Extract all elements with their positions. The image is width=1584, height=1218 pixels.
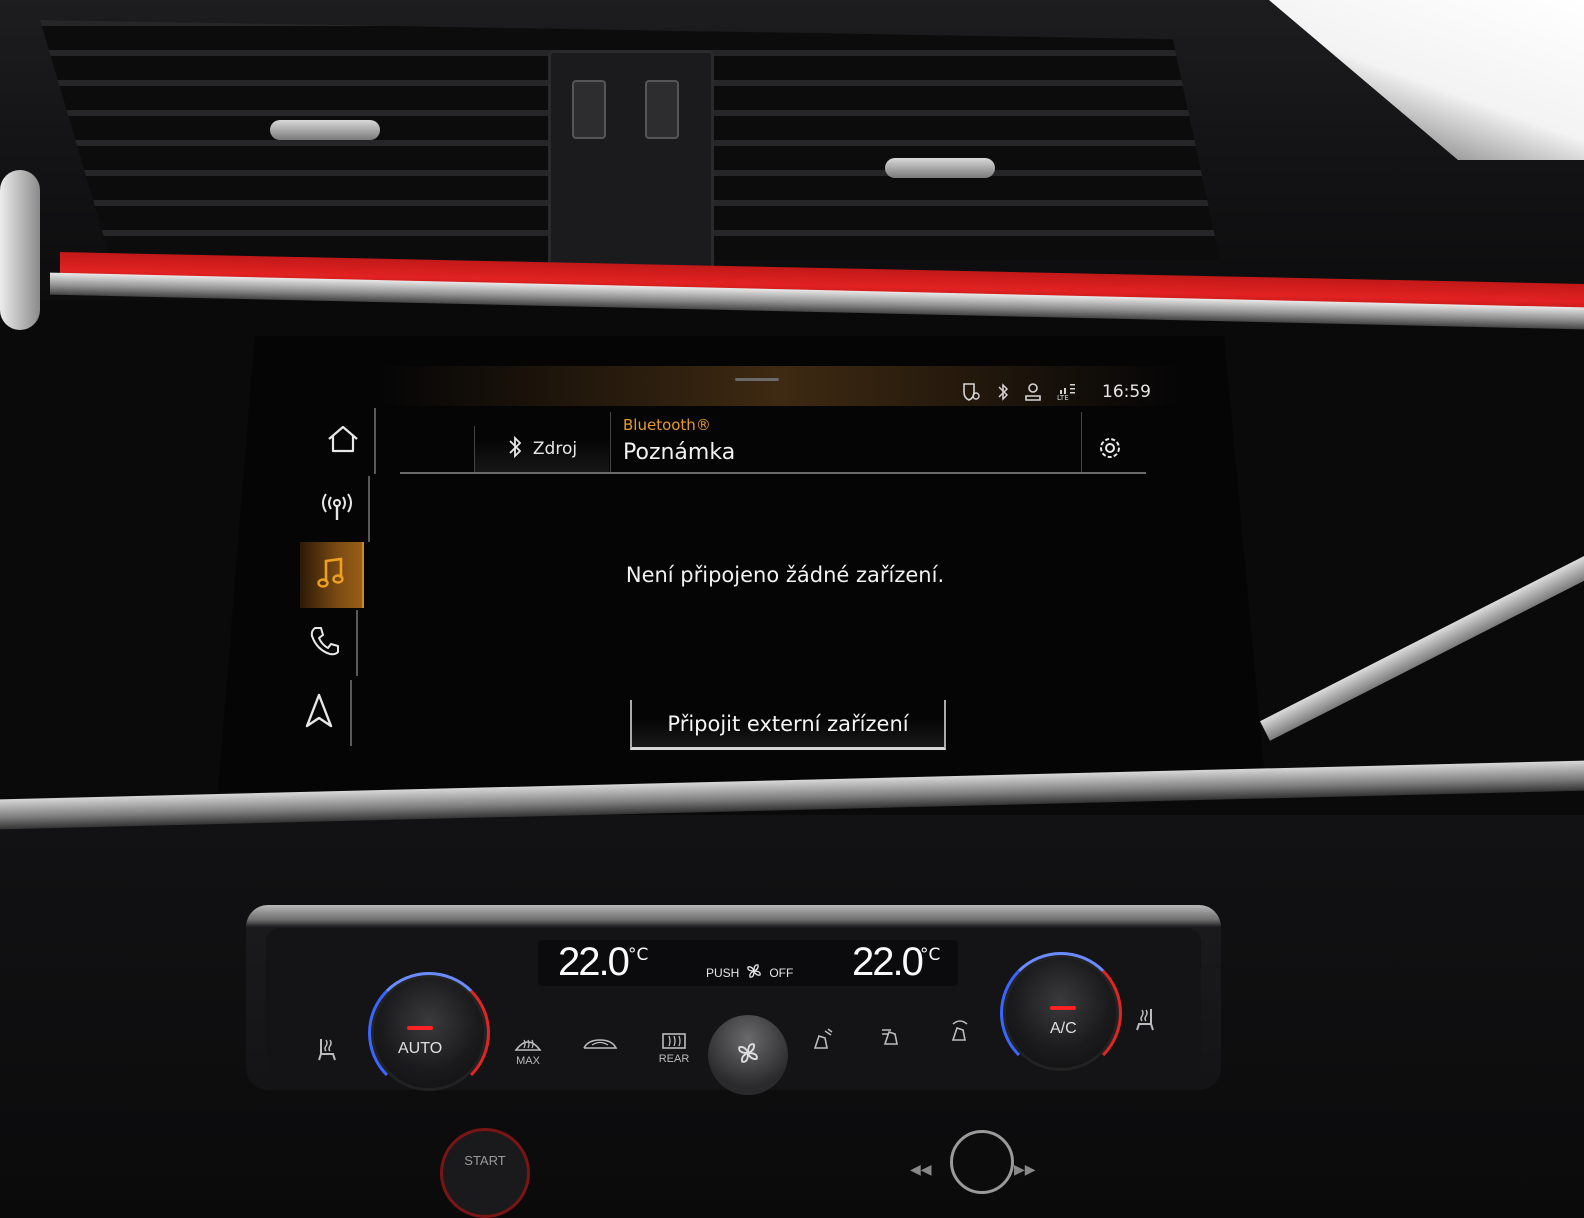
settings-button[interactable] bbox=[1090, 430, 1130, 470]
fan-icon bbox=[745, 962, 763, 983]
vent-adjuster-right[interactable] bbox=[645, 80, 679, 139]
ac-indicator bbox=[1050, 1006, 1076, 1010]
start-label: START bbox=[464, 1153, 506, 1168]
clock: 16:59 bbox=[1102, 382, 1151, 402]
fan-speed-knob[interactable] bbox=[708, 1015, 788, 1095]
seat-heat-icon bbox=[313, 1036, 339, 1065]
source-name: Bluetooth® bbox=[623, 416, 711, 434]
airflow-foot-icon bbox=[809, 1026, 835, 1055]
start-engine-button[interactable]: START bbox=[440, 1128, 530, 1218]
vent-adjuster-left[interactable] bbox=[572, 80, 606, 139]
page-title: Poznámka bbox=[623, 440, 736, 465]
seat-heat-left-button[interactable] bbox=[296, 1020, 356, 1080]
seat-heat-right-button[interactable] bbox=[1116, 990, 1176, 1050]
seat-heat-icon bbox=[1133, 1006, 1159, 1035]
push-label: PUSH bbox=[706, 965, 740, 980]
auto-label: AUTO bbox=[398, 1040, 443, 1057]
chrome-pillar bbox=[0, 170, 40, 330]
right-temperature-knob[interactable] bbox=[1006, 958, 1116, 1068]
off-label: OFF bbox=[769, 965, 794, 980]
music-note-icon bbox=[316, 556, 346, 594]
user-profile-icon bbox=[1024, 382, 1042, 402]
airflow-face-icon bbox=[879, 1022, 905, 1051]
home-icon bbox=[326, 424, 360, 458]
bluetooth-icon bbox=[996, 382, 1010, 402]
vent-tab-left[interactable] bbox=[270, 120, 380, 140]
vent-tab-right[interactable] bbox=[885, 158, 995, 178]
max-label: MAX bbox=[516, 1054, 540, 1067]
left-temperature-unit: °C bbox=[628, 945, 649, 965]
svg-text:LTE: LTE bbox=[1057, 394, 1069, 402]
source-button[interactable]: Zdroj bbox=[474, 426, 609, 472]
right-temperature-unit: °C bbox=[920, 945, 941, 965]
fan-icon bbox=[735, 1040, 761, 1070]
phone-icon bbox=[309, 625, 341, 661]
airflow-face-button[interactable] bbox=[862, 1006, 922, 1066]
skip-forward-icon[interactable]: ▶▶ bbox=[1014, 1162, 1036, 1178]
volume-knob[interactable] bbox=[950, 1130, 1014, 1194]
navigation-arrow-icon bbox=[304, 693, 334, 733]
pull-down-handle[interactable] bbox=[735, 378, 779, 381]
max-defrost-button[interactable]: MAX bbox=[498, 1020, 558, 1080]
airflow-windshield-button[interactable] bbox=[930, 1002, 990, 1062]
rear-window-defrost-icon bbox=[661, 1032, 687, 1053]
main-menu-sidebar bbox=[288, 408, 376, 754]
navigation-shield-icon bbox=[960, 382, 982, 402]
connect-device-button[interactable]: Připojit externí zařízení bbox=[630, 700, 946, 750]
fan-status: PUSH OFF bbox=[706, 962, 793, 983]
status-bar: LTE 16:59 bbox=[960, 380, 1151, 404]
now-playing-title-box: Bluetooth® Poznámka bbox=[610, 412, 1082, 472]
sidebar-item-home[interactable] bbox=[312, 408, 376, 474]
rear-defrost-button[interactable]: REAR bbox=[644, 1018, 704, 1078]
chrome-strip-right bbox=[1260, 548, 1584, 741]
rear-label: REAR bbox=[658, 1052, 690, 1065]
airflow-windshield-icon bbox=[947, 1018, 973, 1047]
media-header: Zdroj Bluetooth® Poznámka bbox=[400, 412, 1146, 474]
windshield-defrost-icon bbox=[514, 1034, 542, 1055]
ac-label: A/C bbox=[1050, 1020, 1077, 1037]
no-device-message: Není připojeno žádné zařízení. bbox=[625, 563, 945, 587]
airflow-foot-button[interactable] bbox=[792, 1010, 852, 1070]
auto-indicator bbox=[407, 1026, 433, 1030]
radio-icon bbox=[320, 491, 354, 527]
left-temperature-knob[interactable] bbox=[374, 978, 484, 1088]
bluetooth-icon bbox=[507, 435, 523, 464]
source-button-label: Zdroj bbox=[532, 439, 578, 459]
recirculation-button[interactable] bbox=[570, 1016, 630, 1076]
lte-signal-icon: LTE bbox=[1056, 382, 1078, 402]
gear-icon bbox=[1096, 434, 1124, 466]
sidebar-item-phone[interactable] bbox=[294, 610, 358, 676]
sidebar-item-navigation[interactable] bbox=[288, 680, 352, 746]
left-temperature: 22.0 bbox=[558, 940, 630, 984]
right-temperature: 22.0 bbox=[852, 940, 924, 984]
sidebar-item-radio[interactable] bbox=[306, 476, 370, 542]
recirculation-icon bbox=[582, 1036, 618, 1057]
sidebar-item-media[interactable] bbox=[300, 542, 364, 608]
skip-back-icon[interactable]: ◀◀ bbox=[910, 1162, 932, 1178]
header-underline bbox=[400, 472, 1146, 474]
